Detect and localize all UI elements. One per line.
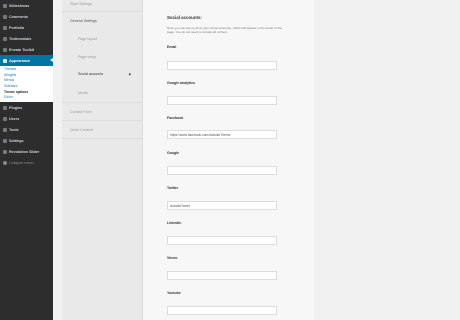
panel-title: Social accounts:: [167, 15, 202, 20]
email-label: Email: [167, 45, 177, 49]
sidebar-item-label: Settings: [9, 138, 24, 143]
sidebar-item-users[interactable]: Users: [0, 113, 53, 124]
sidebar-item-label: Comments: [9, 14, 29, 19]
sidebar-item-label: Revolution Slider: [9, 149, 40, 154]
vimeo-field[interactable]: [167, 271, 277, 280]
collapse-arrow-icon: [3, 160, 7, 165]
tab-divider: [62, 138, 143, 139]
tab-divider: [62, 11, 143, 12]
sidebar-item-label: Slideshows: [9, 3, 30, 8]
theme-options-tabs: Style Settings General Settings Page lay…: [62, 0, 143, 320]
sidebar-item-tools[interactable]: Tools: [0, 124, 53, 135]
tab-social-accounts[interactable]: Social accounts ▶: [62, 72, 143, 76]
tab-style-settings[interactable]: Style Settings: [62, 2, 143, 6]
appearance-icon: [3, 58, 7, 63]
sidebar-item-plugins[interactable]: Plugins: [0, 102, 53, 113]
sidebar-item-label: Appearance: [9, 58, 31, 63]
sidebar-item-testimonials[interactable]: Testimonials: [0, 33, 53, 44]
tab-general-settings[interactable]: General Settings: [62, 19, 143, 23]
sidebar-item-revolution-slider[interactable]: Revolution Slider: [0, 146, 53, 157]
vimeo-label: Vimeo: [167, 256, 178, 260]
twitter-label: Twitter: [167, 186, 179, 190]
tab-quick-content[interactable]: Quick Content: [62, 128, 143, 132]
google-analytics-field[interactable]: [167, 96, 277, 105]
collapse-menu-button[interactable]: Collapse menu: [0, 157, 53, 168]
social-accounts-panel: Social accounts: Here you can set up all…: [143, 0, 314, 320]
tab-divider: [62, 102, 143, 103]
settings-icon: [3, 138, 7, 143]
plugins-icon: [3, 105, 7, 110]
sidebar-item-comments[interactable]: Comments: [0, 11, 53, 22]
sidebar-item-envato-toolkit[interactable]: Envato Toolkit: [0, 44, 53, 55]
admin-sidebar: Slideshows Comments Portfolio Testimonia…: [0, 0, 53, 320]
sidebar-item-label: Portfolio: [9, 25, 25, 30]
twitter-field[interactable]: [167, 201, 277, 210]
caret-right-icon: ▶: [129, 72, 132, 76]
linkedin-field[interactable]: [167, 236, 277, 245]
appearance-submenu: Themes Widgets Menus Sidebars Theme opti…: [0, 66, 53, 103]
email-field[interactable]: [167, 61, 277, 70]
submenu-item-editor[interactable]: Editor: [0, 95, 53, 101]
tab-page-setup[interactable]: Page setup: [62, 55, 143, 59]
youtube-label: Youtube: [167, 291, 181, 295]
tab-contact-form[interactable]: Contact Form: [62, 110, 143, 114]
sidebar-item-label: Plugins: [9, 105, 23, 110]
youtube-field[interactable]: [167, 306, 277, 315]
toolkit-icon: [3, 47, 7, 52]
page-background: [314, 0, 460, 320]
sidebar-item-label: Users: [9, 116, 20, 121]
panel-description: Here you can set up all of your social a…: [167, 26, 283, 35]
tab-social-accounts-label: Social accounts: [78, 72, 104, 76]
slider-icon: [3, 149, 7, 154]
sidebar-item-slideshows[interactable]: Slideshows: [0, 0, 53, 11]
testimonials-icon: [3, 36, 7, 41]
google-label: Google: [167, 151, 180, 155]
content-gutter: [53, 0, 62, 320]
sidebar-item-settings[interactable]: Settings: [0, 135, 53, 146]
portfolio-icon: [3, 25, 7, 30]
tab-page-layout[interactable]: Page layout: [62, 37, 143, 41]
sidebar-item-portfolio[interactable]: Portfolio: [0, 22, 53, 33]
linkedin-label: LinkedIn: [167, 221, 182, 225]
google-analytics-label: Google analytics: [167, 81, 196, 85]
sidebar-item-appearance[interactable]: Appearance: [0, 55, 53, 66]
sidebar-item-label: Envato Toolkit: [9, 47, 35, 52]
tab-divider: [62, 120, 143, 121]
comments-icon: [3, 14, 7, 19]
tools-icon: [3, 127, 7, 132]
tab-media[interactable]: Media: [62, 91, 143, 95]
facebook-field[interactable]: [167, 130, 277, 139]
users-icon: [3, 116, 7, 121]
google-field[interactable]: [167, 166, 277, 175]
facebook-label: Facebook: [167, 116, 184, 120]
sidebar-item-label: Tools: [9, 127, 19, 132]
slideshow-icon: [3, 3, 7, 8]
sidebar-item-label: Testimonials: [9, 36, 32, 41]
collapse-menu-label: Collapse menu: [9, 160, 34, 165]
